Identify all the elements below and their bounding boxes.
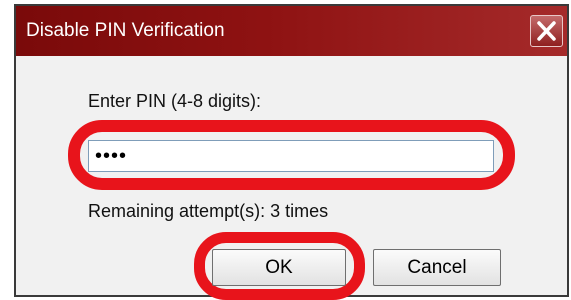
close-icon bbox=[537, 21, 556, 41]
ok-button[interactable]: OK bbox=[212, 249, 346, 286]
pin-label: Enter PIN (4-8 digits): bbox=[88, 91, 262, 111]
title-bar: Disable PIN Verification bbox=[16, 6, 567, 56]
pin-input[interactable]: •••• bbox=[88, 140, 494, 172]
remaining-attempts-text: Remaining attempt(s): 3 times bbox=[88, 201, 329, 221]
disable-pin-dialog: Disable PIN Verification Enter PIN (4-8 … bbox=[14, 4, 569, 300]
dialog-title: Disable PIN Verification bbox=[26, 20, 225, 41]
cancel-button[interactable]: Cancel bbox=[373, 249, 501, 286]
close-button[interactable] bbox=[530, 15, 563, 47]
